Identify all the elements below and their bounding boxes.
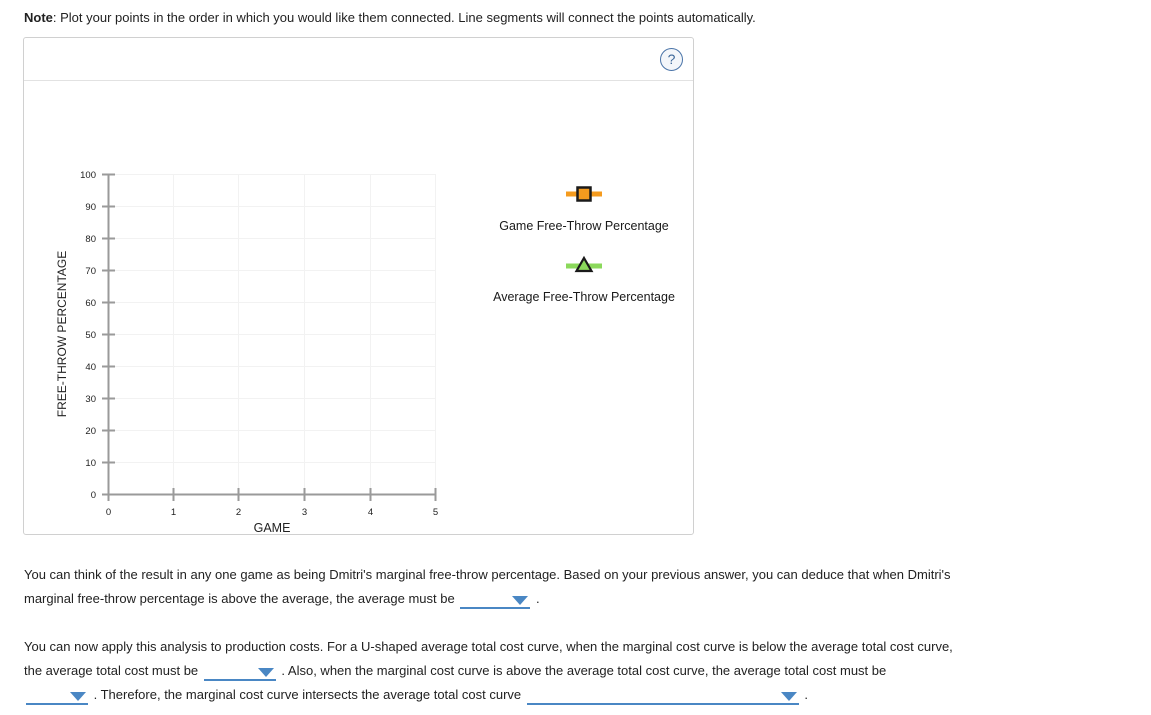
x-tick-label: 2 [236,507,241,518]
note-label: Note [24,10,53,25]
square-marker-icon [566,186,602,202]
y-tick-label: 10 [85,458,96,469]
y-tick-label: 100 [80,170,96,181]
note-text: : Plot your points in the order in which… [52,10,756,25]
y-tick-labels: 100 90 80 70 60 50 40 30 20 10 0 [80,170,96,501]
y-axis-title: FREE-THROW PERCENTAGE [55,251,69,417]
y-tick-label: 30 [85,394,96,405]
y-tick-label: 50 [85,330,96,341]
paragraph-2-text-part-4: . [804,687,809,702]
y-tick-label: 40 [85,362,96,373]
y-tick-label: 70 [85,266,96,277]
chevron-down-icon [780,692,797,702]
x-tick-label: 3 [302,507,307,518]
y-tick-label: 80 [85,234,96,245]
dropdown-atc-below[interactable] [203,662,276,682]
legend-label-game: Game Free-Throw Percentage [499,219,669,233]
chart-toolbar: ? [24,38,693,81]
y-tick-label: 90 [85,202,96,213]
legend-marker-average [474,255,694,275]
x-tick-label: 5 [433,507,438,518]
note-line: Note: Plot your points in the order in w… [24,10,756,25]
paragraph-marginal-average: You can think of the result in any one g… [24,563,954,611]
legend-entry-game: Game Free-Throw Percentage [474,184,694,233]
chevron-down-icon [70,692,86,702]
y-tick-label: 60 [85,298,96,309]
x-tick-label: 4 [368,507,373,518]
chevron-down-icon [257,668,274,678]
legend-label-average: Average Free-Throw Percentage [493,290,675,304]
paragraph-1-text-part-2: . [535,591,540,606]
x-tick-label: 0 [106,507,111,518]
triangle-marker-icon [566,255,602,273]
chevron-down-icon [512,596,529,606]
paragraph-2-text-part-3: . Therefore, the marginal cost curve int… [93,687,522,702]
paragraph-production-costs: You can now apply this analysis to produ… [24,635,954,707]
y-tick-label: 0 [91,490,96,501]
y-tick-label: 20 [85,426,96,437]
paragraph-2-text-part-2: . Also, when the marginal cost curve is … [281,663,887,678]
help-icon[interactable]: ? [660,48,683,71]
chart-panel: ? 100 90 80 70 60 50 40 30 20 10 0 0 1 2… [23,37,694,535]
legend-entry-average: Average Free-Throw Percentage [474,255,694,304]
x-tick-label: 1 [171,507,176,518]
legend-marker-game [474,184,694,204]
dropdown-intersection-point[interactable] [526,686,799,706]
dropdown-atc-above[interactable] [26,686,88,706]
chart-legend: Game Free-Throw Percentage Average Free-… [474,184,694,326]
x-axis-title: GAME [254,521,291,535]
plot-area[interactable]: 100 90 80 70 60 50 40 30 20 10 0 0 1 2 3… [24,81,694,535]
dropdown-average-direction[interactable] [460,590,531,610]
